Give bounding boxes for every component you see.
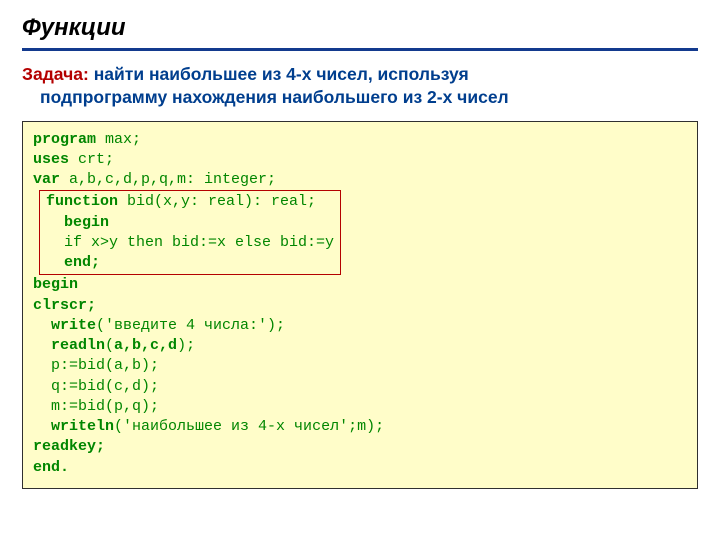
- code-listing: program max; uses crt; var a,b,c,d,p,q,m…: [22, 121, 698, 489]
- code-text: ('введите 4 числа:');: [96, 317, 285, 334]
- code-text: (: [105, 337, 114, 354]
- kw-end: end.: [33, 459, 69, 476]
- task-text-1: найти наибольшее из 4-х чисел, используя: [89, 64, 469, 84]
- code-text: bid(x,y: real): real;: [118, 193, 316, 210]
- code-text: p:=bid(a,b);: [51, 357, 159, 374]
- code-text: a,b,c,d,p,q,m: integer;: [60, 171, 276, 188]
- task-text-2: подпрограмму нахождения наибольшего из 2…: [22, 86, 698, 109]
- code-text: max;: [96, 131, 141, 148]
- kw-end: end;: [64, 254, 100, 271]
- slide-title: Функции: [22, 14, 698, 42]
- code-text: ('наибольшее из 4-х чисел';m);: [114, 418, 384, 435]
- task-label: Задача:: [22, 64, 89, 84]
- kw-var: var: [33, 171, 60, 188]
- kw-begin: begin: [64, 214, 109, 231]
- kw-uses: uses: [33, 151, 69, 168]
- code-text: q:=bid(c,d);: [51, 378, 159, 395]
- function-definition-box: function bid(x,y: real): real; begin if …: [39, 190, 341, 275]
- kw-writeln: writeln: [51, 418, 114, 435]
- code-text: m:=bid(p,q);: [51, 398, 159, 415]
- kw-write: write: [51, 317, 96, 334]
- code-text: if x>y then bid:=x else bid:=y: [64, 234, 334, 251]
- task-description: Задача: найти наибольшее из 4-х чисел, и…: [22, 63, 698, 109]
- kw-readln: readln: [51, 337, 105, 354]
- code-args: a,b,c,d: [114, 337, 177, 354]
- kw-readkey: readkey;: [33, 438, 105, 455]
- kw-begin: begin: [33, 276, 78, 293]
- title-divider: [22, 48, 698, 51]
- kw-function: function: [46, 193, 118, 210]
- code-text: );: [177, 337, 195, 354]
- kw-program: program: [33, 131, 96, 148]
- code-text: crt;: [69, 151, 114, 168]
- kw-clrscr: clrscr;: [33, 297, 96, 314]
